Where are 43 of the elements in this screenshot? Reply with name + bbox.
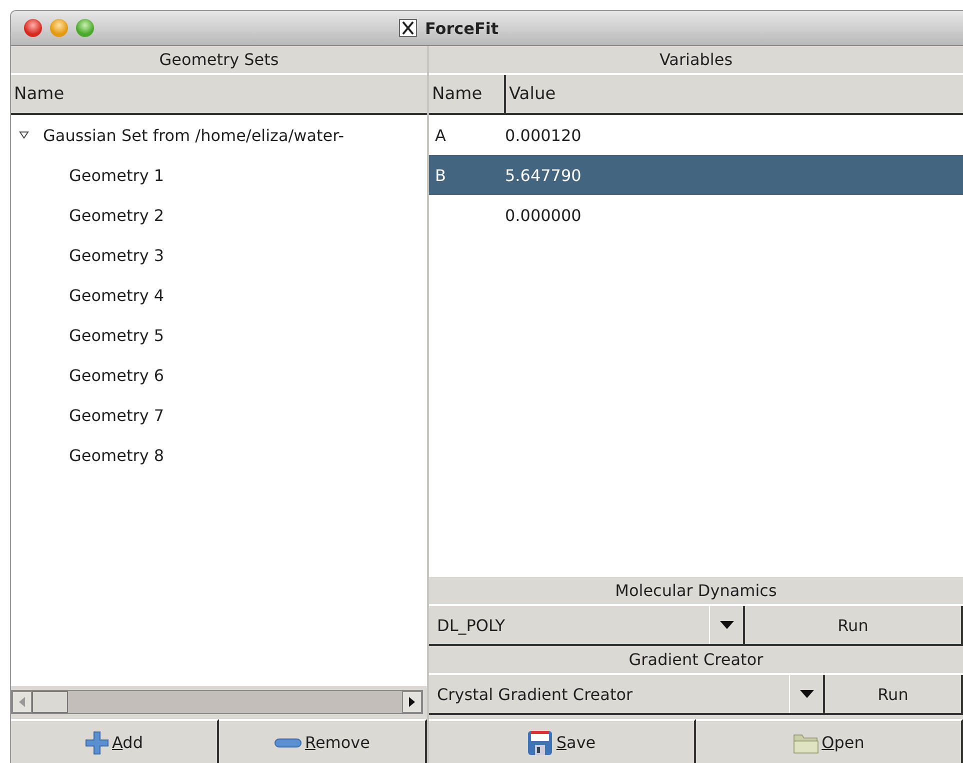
table-row[interactable]: B 5.647790 — [429, 155, 963, 195]
add-button[interactable]: Add — [11, 719, 219, 763]
remove-button[interactable]: Remove — [219, 719, 427, 763]
save-button[interactable]: Save — [429, 719, 696, 763]
column-header[interactable]: Value — [506, 75, 963, 113]
table-row[interactable]: A 0.000120 — [429, 115, 963, 155]
minimize-button[interactable] — [50, 19, 68, 37]
table-row[interactable]: 0.000000 — [429, 195, 963, 235]
tree-item[interactable]: Geometry 8 — [69, 446, 164, 464]
table-cell-text: 0.000000 — [504, 206, 582, 224]
section-title: Molecular Dynamics — [614, 580, 778, 602]
tree-item[interactable]: Geometry 6 — [69, 366, 164, 384]
close-button[interactable] — [24, 19, 42, 37]
tree-item[interactable]: Geometry 3 — [69, 246, 164, 264]
scroll-right-icon[interactable] — [409, 697, 415, 707]
tree-item[interactable]: Geometry 1 — [69, 166, 164, 184]
app-icon — [399, 19, 417, 37]
table-cell: A — [435, 126, 446, 144]
caret-icon — [800, 690, 814, 698]
plus-icon — [85, 730, 109, 754]
caret-icon — [720, 621, 734, 629]
column-header[interactable]: Name — [429, 75, 506, 113]
open-button[interactable]: Open — [696, 719, 963, 763]
tree-item[interactable]: Geometry 7 — [69, 406, 164, 424]
section-title: Gradient Creator — [628, 649, 764, 671]
tree-item[interactable]: Gaussian Set from /home/eliza/water- — [43, 126, 344, 144]
horizontal-scrollbar[interactable] — [11, 690, 423, 714]
table-cell-text: 5.647790 — [504, 166, 582, 184]
column-header[interactable]: Name — [11, 75, 427, 113]
section-title: Geometry Sets — [158, 49, 280, 71]
table-cell: B — [435, 166, 446, 184]
minus-icon — [274, 738, 302, 748]
scrollbar-thumb[interactable] — [32, 691, 68, 713]
section-title: Variables — [658, 49, 734, 71]
tree-item[interactable]: Geometry 5 — [69, 326, 164, 344]
expanded-triangle-icon[interactable] — [19, 131, 29, 139]
tree-item[interactable]: Geometry 2 — [69, 206, 164, 224]
tree-item[interactable]: Geometry 4 — [69, 286, 164, 304]
scroll-left-icon[interactable] — [19, 697, 25, 707]
window-title: ForceFit — [425, 18, 499, 38]
table-cell-text: 0.000120 — [504, 126, 582, 144]
maximize-button[interactable] — [76, 19, 94, 37]
folder-icon — [792, 732, 819, 754]
